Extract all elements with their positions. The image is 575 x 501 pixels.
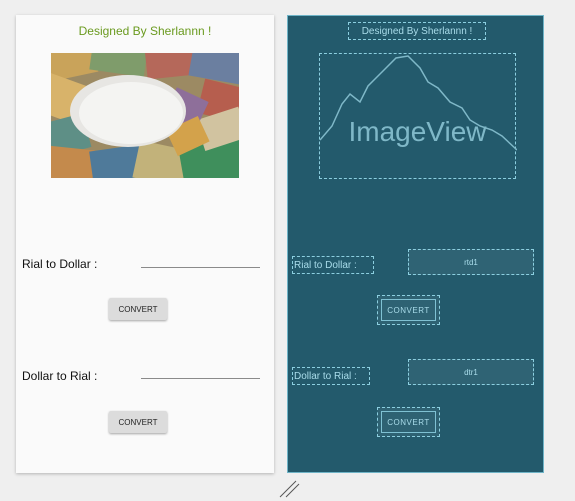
app-title: Designed By Sherlannn ! bbox=[78, 24, 212, 38]
imageview-placeholder-text: ImageView bbox=[348, 116, 487, 147]
blueprint-imageview[interactable]: ImageView bbox=[319, 53, 517, 179]
currency-image bbox=[51, 53, 239, 178]
dollar-to-rial-label: Dollar to Rial : bbox=[22, 369, 98, 383]
blueprint-rtd-edittext[interactable]: rtd1 bbox=[408, 249, 534, 275]
convert-dollar-to-rial-button[interactable]: CONVERT bbox=[109, 411, 167, 433]
rial-to-dollar-input[interactable] bbox=[141, 267, 260, 268]
rial-to-dollar-label: Rial to Dollar : bbox=[22, 257, 98, 271]
resize-handle-icon[interactable] bbox=[278, 479, 300, 499]
blueprint-title-textview[interactable]: Designed By Sherlannn ! bbox=[348, 22, 486, 40]
blueprint-dollar-to-rial-label[interactable]: Dollar to Rial : bbox=[292, 367, 370, 385]
blueprint-convert-button-1[interactable]: CONVERT bbox=[377, 295, 440, 325]
dollar-to-rial-input[interactable] bbox=[141, 378, 260, 379]
blueprint-dtr-edittext[interactable]: dtr1 bbox=[408, 359, 534, 385]
blueprint-convert-button-2[interactable]: CONVERT bbox=[377, 407, 440, 437]
blueprint-rial-to-dollar-label[interactable]: Rial to Dollar : bbox=[292, 256, 374, 274]
convert-rial-to-dollar-button[interactable]: CONVERT bbox=[109, 298, 167, 320]
blueprint-panel: Designed By Sherlannn ! ImageView Rial t… bbox=[287, 15, 544, 473]
design-preview-panel: Designed By Sherlannn ! Rial to Dollar :… bbox=[16, 15, 274, 473]
currency-banknotes-photo bbox=[51, 53, 239, 178]
